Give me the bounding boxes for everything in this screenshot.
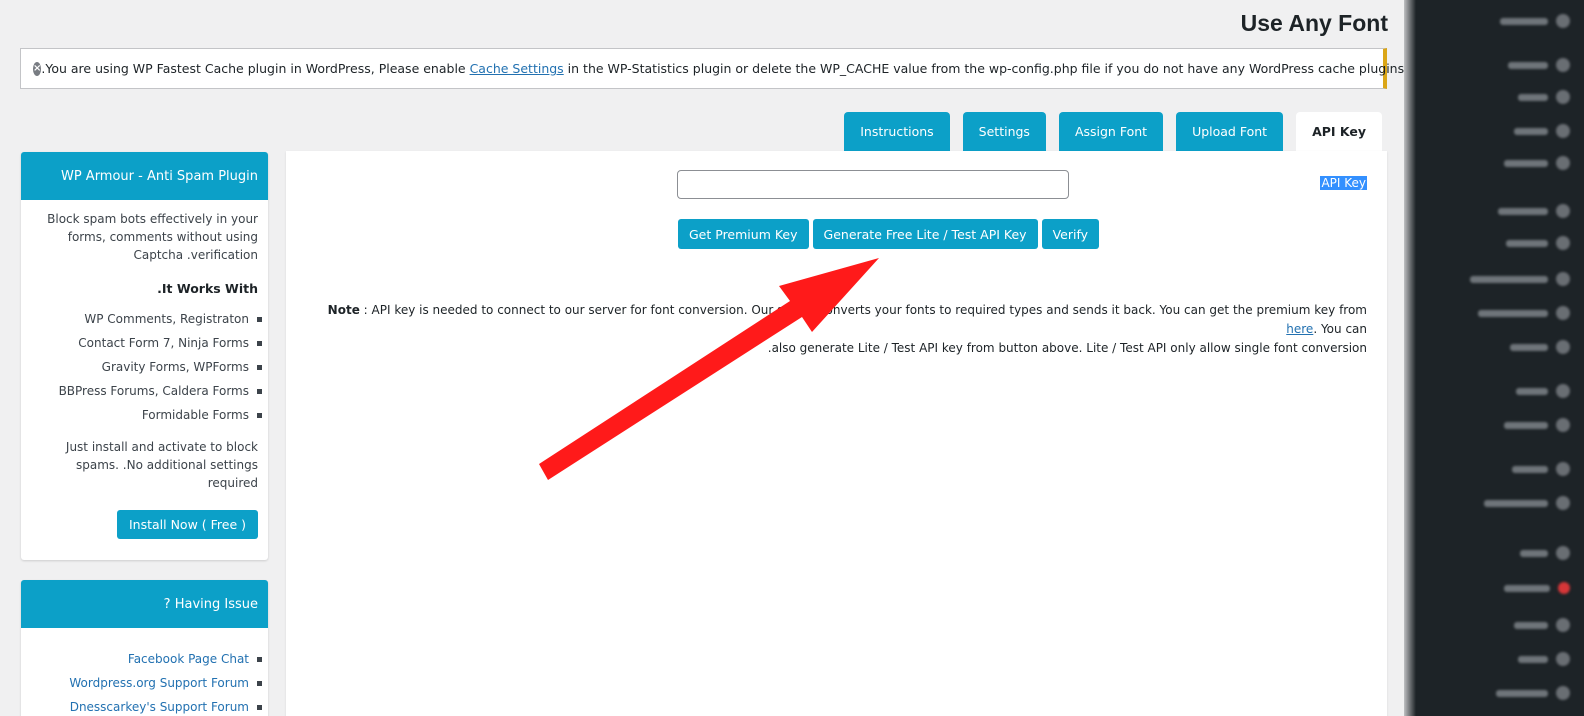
dnesscarkey-forum-link[interactable]: Dnesscarkey's Support Forum bbox=[70, 698, 249, 716]
list-item: Formidable Forms bbox=[31, 406, 262, 424]
notice-message: .You are using WP Fastest Cache plugin i… bbox=[41, 61, 1459, 76]
generate-free-key-button[interactable]: Generate Free Lite / Test API Key bbox=[812, 219, 1038, 249]
admin-menu-item[interactable] bbox=[1516, 384, 1570, 398]
admin-menu-item[interactable] bbox=[1484, 496, 1570, 510]
admin-menu-item[interactable] bbox=[1496, 686, 1570, 700]
list-item: BBPress Forums, Caldera Forms bbox=[31, 382, 262, 400]
api-key-panel: API Key Get Premium Key Generate Free Li… bbox=[286, 151, 1387, 716]
cache-settings-link[interactable]: Cache Settings bbox=[470, 61, 564, 76]
admin-menu-item[interactable] bbox=[1498, 204, 1570, 218]
list-item: WP Comments, Registraton bbox=[31, 310, 262, 328]
admin-sidebar-menu bbox=[1404, 0, 1584, 716]
admin-menu-item[interactable] bbox=[1504, 582, 1570, 594]
admin-menu-item[interactable] bbox=[1518, 90, 1570, 104]
api-key-note: Note : API key is needed to connect to o… bbox=[306, 301, 1367, 358]
having-issue-title: ? Having Issue bbox=[21, 580, 268, 628]
tab-instructions[interactable]: Instructions bbox=[844, 112, 950, 151]
wp-armour-footer-text: Just install and activate to block spams… bbox=[65, 440, 258, 490]
tab-bar: Instructions Settings Assign Font Upload… bbox=[844, 112, 1382, 151]
works-with-heading: .It Works With bbox=[157, 281, 258, 296]
wordpress-forum-link[interactable]: Wordpress.org Support Forum bbox=[69, 674, 249, 692]
tab-settings[interactable]: Settings bbox=[962, 112, 1046, 151]
tab-assign-font[interactable]: Assign Font bbox=[1058, 112, 1164, 151]
admin-menu-item[interactable] bbox=[1504, 418, 1570, 432]
having-issue-box: ? Having Issue Facebook Page Chat Wordpr… bbox=[21, 580, 268, 716]
get-premium-key-button[interactable]: Get Premium Key bbox=[678, 219, 809, 249]
admin-menu-item[interactable] bbox=[1514, 618, 1570, 632]
list-item: Dnesscarkey's Support Forum bbox=[31, 698, 262, 716]
admin-menu-item[interactable] bbox=[1512, 462, 1570, 476]
api-key-input[interactable] bbox=[677, 170, 1069, 199]
verify-button[interactable]: Verify bbox=[1041, 219, 1100, 249]
wp-armour-description: Block spam bots effectively in your form… bbox=[47, 212, 258, 262]
admin-menu-item[interactable] bbox=[1520, 546, 1570, 560]
admin-menu-item[interactable] bbox=[1478, 306, 1570, 320]
admin-menu-item[interactable] bbox=[1508, 58, 1570, 72]
list-item: Gravity Forms, WPForms bbox=[31, 358, 262, 376]
list-item: Contact Form 7, Ninja Forms bbox=[31, 334, 262, 352]
cache-warning-notice: × .You are using WP Fastest Cache plugin… bbox=[20, 48, 1458, 89]
wp-armour-box: WP Armour - Anti Spam Plugin Block spam … bbox=[21, 152, 268, 560]
api-key-label: API Key bbox=[1320, 176, 1367, 190]
admin-menu-item[interactable] bbox=[1506, 236, 1570, 250]
install-now-button[interactable]: Install Now ( Free ) bbox=[116, 510, 258, 539]
works-with-list: WP Comments, Registraton Contact Form 7,… bbox=[31, 310, 262, 424]
list-item: Facebook Page Chat bbox=[31, 650, 262, 668]
facebook-chat-link[interactable]: Facebook Page Chat bbox=[128, 650, 249, 668]
page-title: Use Any Font bbox=[1240, 10, 1388, 36]
note-label: Note bbox=[327, 303, 360, 317]
api-key-actions: Get Premium Key Generate Free Lite / Tes… bbox=[678, 219, 1100, 249]
tab-upload-font[interactable]: Upload Font bbox=[1176, 112, 1284, 151]
admin-menu-item[interactable] bbox=[1504, 156, 1570, 170]
premium-here-link[interactable]: here bbox=[1286, 322, 1313, 336]
tab-api-key[interactable]: API Key bbox=[1296, 112, 1382, 151]
admin-menu-item[interactable] bbox=[1518, 652, 1570, 666]
dismiss-icon[interactable]: × bbox=[33, 61, 42, 76]
list-item: Wordpress.org Support Forum bbox=[31, 674, 262, 692]
admin-menu-item[interactable] bbox=[1510, 340, 1570, 354]
support-links-list: Facebook Page Chat Wordpress.org Support… bbox=[31, 650, 262, 716]
note-line-2: .also generate Lite / Test API key from … bbox=[767, 341, 1367, 355]
wp-armour-title: WP Armour - Anti Spam Plugin bbox=[21, 152, 268, 200]
admin-menu-item[interactable] bbox=[1470, 272, 1570, 286]
admin-menu-item[interactable] bbox=[1514, 124, 1570, 138]
admin-menu-item[interactable] bbox=[1500, 14, 1570, 28]
